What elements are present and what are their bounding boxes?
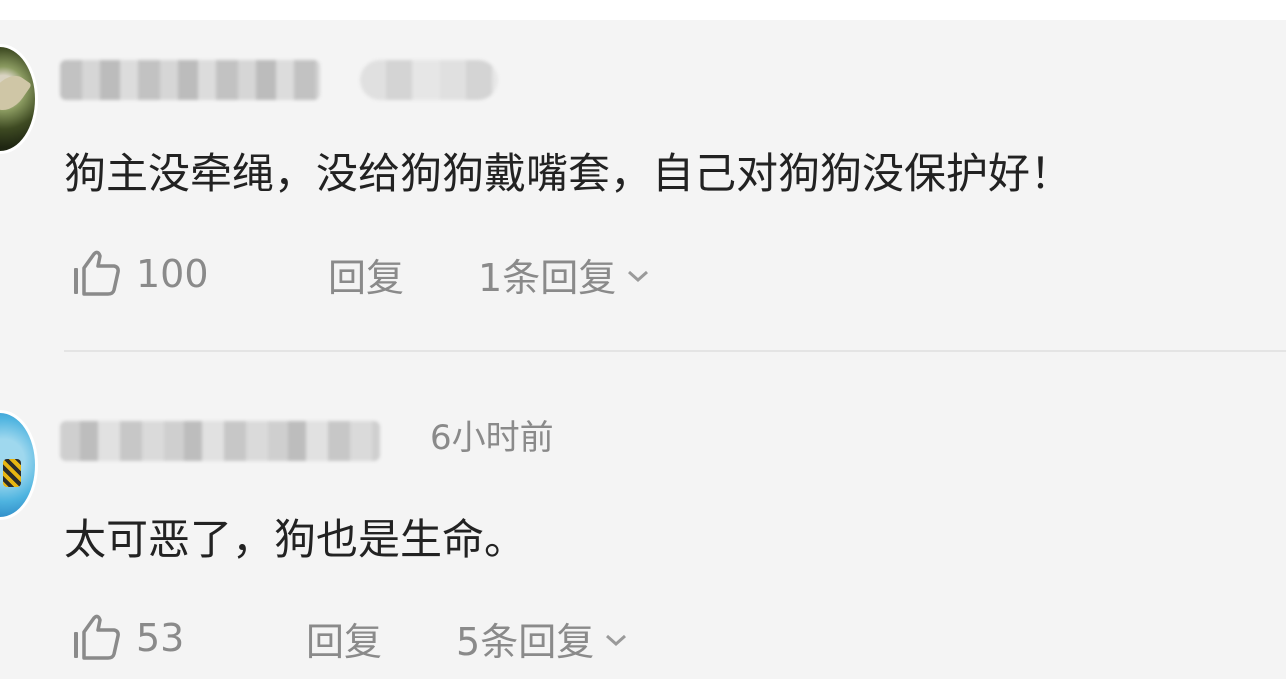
replies-count-label: 5条回复	[456, 619, 595, 664]
comment-actions: 100 回复 1条回复	[72, 250, 650, 300]
view-replies-button[interactable]: 5条回复	[456, 611, 628, 666]
divider	[64, 350, 1286, 352]
thumbs-up-icon	[74, 614, 120, 660]
comment-text: 狗主没牵绳，没给狗狗戴嘴套，自己对狗狗没保护好！	[64, 149, 1073, 198]
thumbs-up-icon	[74, 250, 120, 296]
timestamp-blurred	[360, 60, 498, 100]
reply-button[interactable]: 回复	[328, 247, 404, 302]
chevron-down-icon	[606, 634, 627, 647]
like-count: 53	[136, 616, 185, 660]
view-replies-button[interactable]: 1条回复	[478, 247, 650, 302]
comment-time: 6小时前	[430, 418, 554, 458]
like-count: 100	[136, 252, 209, 296]
like-button[interactable]: 100	[72, 250, 322, 298]
comment-actions: 53 回复 5条回复	[72, 614, 628, 664]
avatar[interactable]	[0, 44, 38, 154]
chevron-down-icon	[628, 270, 649, 283]
reply-button[interactable]: 回复	[306, 611, 382, 666]
username-blurred	[60, 60, 320, 100]
like-button[interactable]: 53	[72, 614, 302, 662]
replies-count-label: 1条回复	[478, 255, 617, 300]
avatar-image	[3, 459, 21, 487]
comment-list: 狗主没牵绳，没给狗狗戴嘴套，自己对狗狗没保护好！ 100 回复 1条回复 6小时…	[0, 20, 1286, 679]
avatar[interactable]	[0, 410, 38, 520]
avatar-image	[0, 68, 32, 118]
username-blurred	[60, 421, 380, 461]
comment-text: 太可恶了，狗也是生命。	[64, 515, 527, 564]
